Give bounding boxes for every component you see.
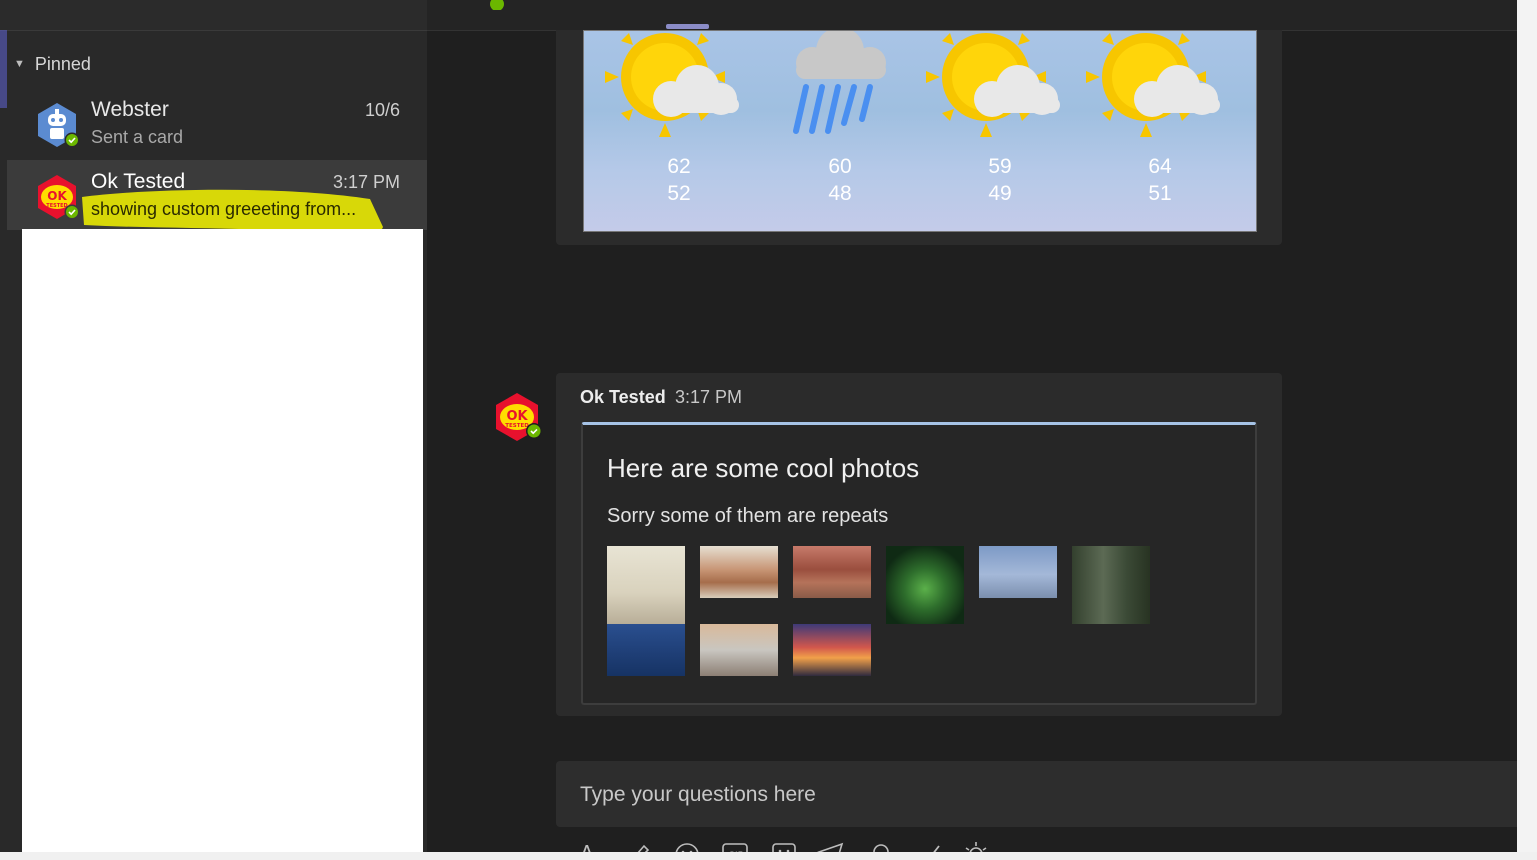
partly-sunny-icon	[1086, 33, 1220, 137]
avatar-badge-top: OK	[506, 409, 528, 424]
active-tab-indicator	[666, 24, 709, 29]
partly-sunny-icon	[605, 33, 739, 137]
photo-thumbnail[interactable]	[700, 624, 778, 676]
adaptive-card: Here are some cool photos Sorry some of …	[581, 422, 1257, 705]
forecast-day: 64 51	[1080, 31, 1240, 231]
photo-thumbnail[interactable]	[607, 546, 685, 624]
forecast-day: 60 48	[760, 31, 920, 231]
temp-high: 59	[988, 155, 1012, 178]
chat-item-webster[interactable]: Webster Sent a card 10/6	[7, 88, 427, 158]
message-timestamp: 3:17 PM	[675, 387, 743, 407]
temp-low: 51	[1148, 182, 1172, 205]
partly-sunny-icon	[926, 33, 1060, 137]
weather-forecast-panel: 62 52 60 48 59 49 64 51	[583, 30, 1257, 232]
photo-thumbnail[interactable]	[979, 546, 1057, 598]
presence-available-icon	[64, 132, 80, 148]
ok-tested-avatar-icon: OK TESTED	[496, 393, 542, 441]
avatar-badge-top: OK	[47, 189, 67, 203]
photo-thumbnail[interactable]	[793, 546, 871, 598]
avatar-badge-bottom: TESTED	[505, 423, 529, 429]
compose-input[interactable]: Type your questions here	[580, 783, 816, 807]
card-subtitle: Sorry some of them are repeats	[607, 505, 889, 527]
photo-thumbnail[interactable]	[1072, 546, 1150, 624]
chat-preview: showing custom greeeting from...	[91, 199, 357, 219]
window-bottom-edge	[0, 852, 1537, 860]
chat-name: Webster	[91, 98, 169, 121]
chat-time: 10/6	[364, 100, 400, 120]
forecast-day: 59 49	[920, 31, 1080, 231]
conversation-header-bar	[427, 0, 1517, 31]
ok-tested-avatar-icon	[490, 0, 504, 10]
weather-card: 62 52 60 48 59 49 64 51	[556, 30, 1282, 245]
temp-high: 64	[1148, 155, 1172, 178]
presence-available-icon	[64, 204, 80, 220]
pinned-section-label: Pinned	[34, 53, 91, 74]
photo-thumbnail[interactable]	[793, 624, 871, 676]
compose-box[interactable]: Type your questions here	[556, 761, 1517, 827]
rain-icon	[793, 31, 886, 134]
sidebar-header-bar	[0, 0, 427, 31]
chat-message[interactable]: Ok Tested 3:17 PM Here are some cool pho…	[556, 373, 1282, 716]
temp-high: 60	[828, 155, 852, 178]
chevron-down-icon: ▼	[14, 58, 25, 70]
chat-sidebar: ▼ Pinned Webster Sent a card 10/6 OK TES…	[0, 0, 427, 860]
window-edge	[1517, 0, 1537, 860]
sidebar-accent-bar	[0, 30, 7, 108]
temp-low: 52	[667, 182, 691, 205]
temp-high: 62	[667, 155, 691, 178]
photo-thumbnail[interactable]	[700, 546, 778, 598]
blank-panel	[22, 229, 423, 853]
photo-thumbnail[interactable]	[607, 624, 685, 676]
chat-preview: Sent a card	[91, 127, 184, 147]
temp-low: 48	[828, 182, 852, 205]
card-title: Here are some cool photos	[607, 453, 920, 483]
forecast-day: 62 52	[599, 31, 759, 231]
pinned-section-header[interactable]: ▼ Pinned	[14, 53, 91, 75]
photo-thumbnail[interactable]	[886, 546, 964, 624]
message-sender: Ok Tested	[580, 387, 666, 407]
temp-low: 49	[988, 182, 1012, 205]
